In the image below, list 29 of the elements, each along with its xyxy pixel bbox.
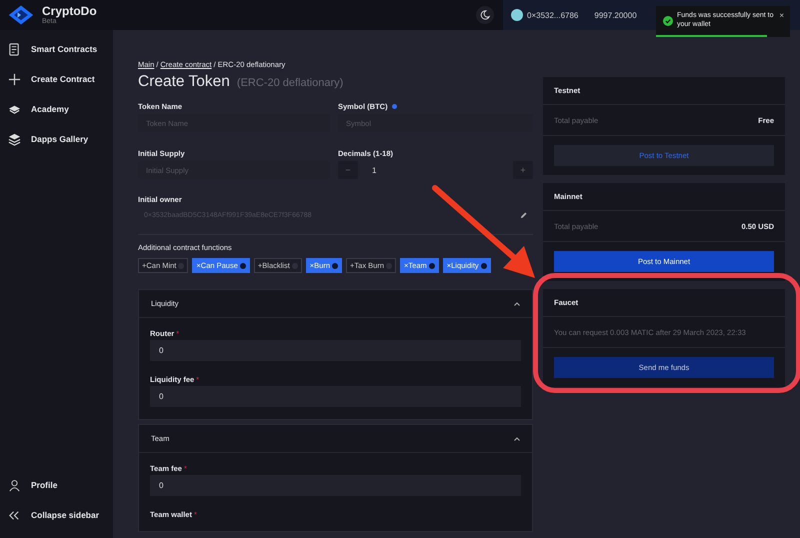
wallet-address[interactable]: 0×3532...6786 [511,9,578,21]
check-circle-icon [663,16,673,26]
close-button[interactable]: × [779,12,784,20]
input-field[interactable]: 0 [150,386,521,407]
chevron-up-icon[interactable] [514,436,520,440]
info-icon [392,104,397,109]
page-title: Create Token [138,73,230,91]
app-name: CryptoDo [42,5,97,17]
avatar-icon [511,9,523,21]
balance-text: 9997.20000 [594,10,637,20]
theme-toggle-button[interactable] [476,6,494,24]
plus-icon [8,72,21,86]
sidebar-item[interactable]: Collapse sidebar [8,500,113,530]
user-icon [8,478,21,492]
layers-icon [8,132,21,146]
logo-icon [8,4,34,26]
double-chevron-icon [8,508,21,522]
page-subtitle: (ERC-20 deflationary) [236,77,344,89]
document-icon [8,42,21,56]
moon-icon [480,10,490,20]
sidebar-item[interactable]: Academy [8,94,113,124]
sidebar-item[interactable]: Profile [8,470,113,500]
chevron-up-icon[interactable] [514,302,520,306]
input-field[interactable]: 0 [150,340,521,361]
sidebar-item[interactable]: Create Contract [8,64,113,94]
sidebar-item[interactable]: Dapps Gallery [8,124,113,154]
pencil-icon[interactable] [520,212,527,219]
sidebar-item[interactable]: Smart Contracts [8,34,113,64]
input-field[interactable]: 0 [150,475,521,496]
